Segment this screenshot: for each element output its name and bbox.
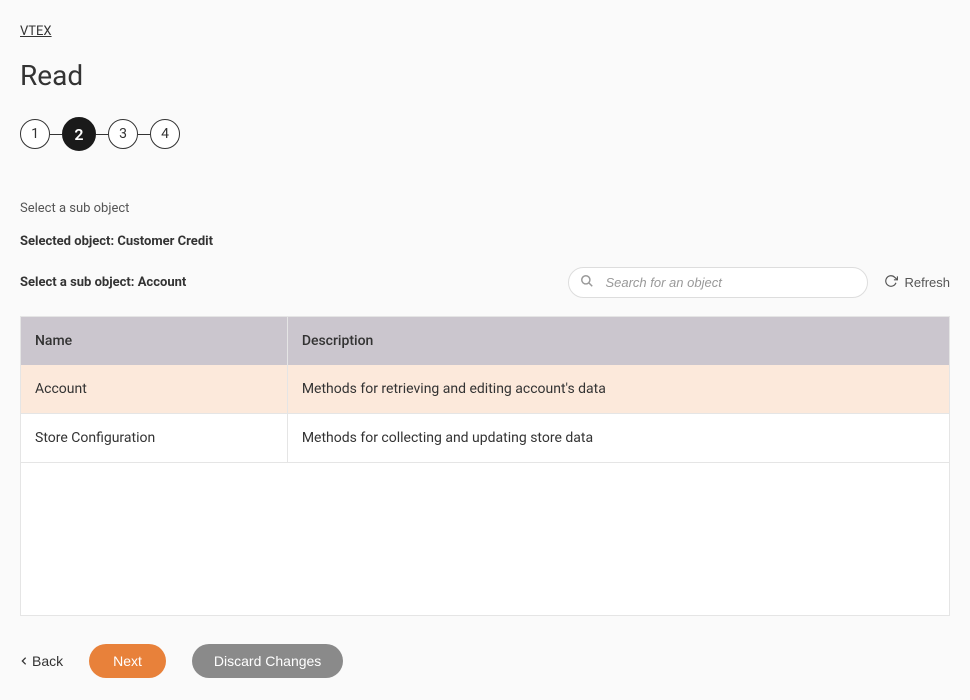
cell-name: Store Configuration xyxy=(21,414,287,463)
next-button[interactable]: Next xyxy=(89,644,166,678)
step-1[interactable]: 1 xyxy=(20,119,50,149)
cell-name: Account xyxy=(21,365,287,414)
page-title: Read xyxy=(20,59,950,92)
cell-description: Methods for retrieving and editing accou… xyxy=(287,365,949,414)
step-connector xyxy=(50,134,62,135)
sub-object-label: Select a sub object: Account xyxy=(20,275,186,290)
table-container: Name Description Account Methods for ret… xyxy=(20,316,950,616)
step-4[interactable]: 4 xyxy=(150,119,180,149)
footer-actions: Back Next Discard Changes xyxy=(20,644,950,678)
column-header-name[interactable]: Name xyxy=(21,317,287,365)
step-2[interactable]: 2 xyxy=(62,117,96,151)
step-connector xyxy=(138,134,150,135)
table-row[interactable]: Account Methods for retrieving and editi… xyxy=(21,365,949,414)
selected-object-label: Selected object: Customer Credit xyxy=(20,234,950,249)
refresh-button[interactable]: Refresh xyxy=(884,274,950,291)
breadcrumb-link[interactable]: VTEX xyxy=(20,24,52,39)
search-container xyxy=(568,267,868,298)
instruction-text: Select a sub object xyxy=(20,201,950,216)
stepper: 1 2 3 4 xyxy=(20,117,950,151)
cell-description: Methods for collecting and updating stor… xyxy=(287,414,949,463)
back-button[interactable]: Back xyxy=(20,653,63,669)
table-row[interactable]: Store Configuration Methods for collecti… xyxy=(21,414,949,463)
step-3[interactable]: 3 xyxy=(108,119,138,149)
back-label: Back xyxy=(32,653,63,669)
column-header-description[interactable]: Description xyxy=(287,317,949,365)
step-connector xyxy=(96,134,108,135)
refresh-label: Refresh xyxy=(904,275,950,290)
chevron-left-icon xyxy=(20,653,28,669)
search-input[interactable] xyxy=(568,267,868,298)
discard-button[interactable]: Discard Changes xyxy=(192,644,343,678)
refresh-icon xyxy=(884,274,898,291)
sub-object-table: Name Description Account Methods for ret… xyxy=(21,317,949,463)
